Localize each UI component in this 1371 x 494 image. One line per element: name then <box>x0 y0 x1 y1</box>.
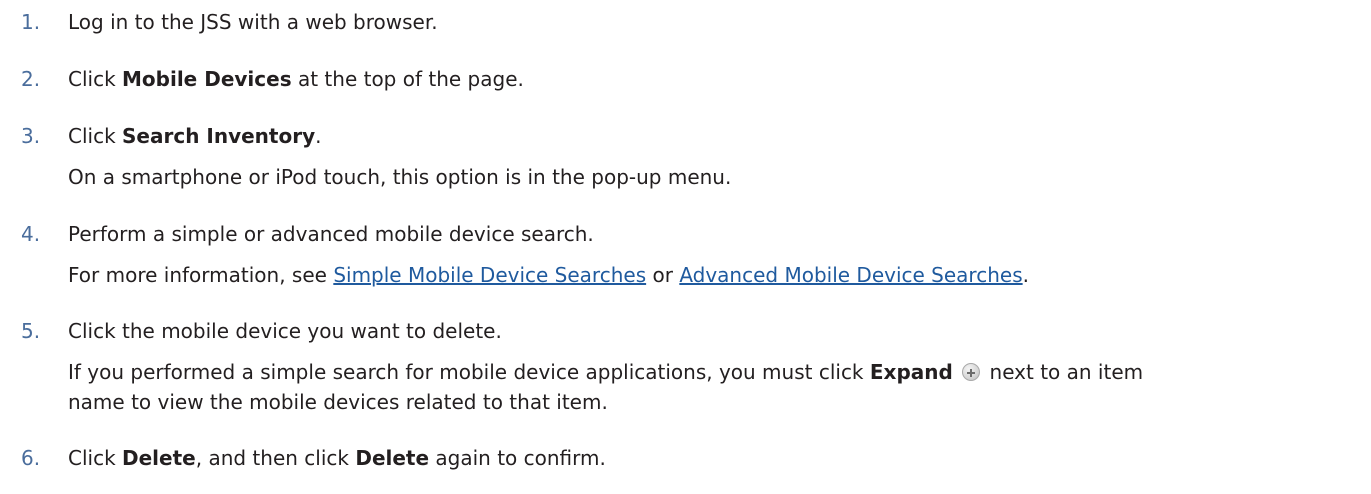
note-text: For more information, see <box>68 263 334 287</box>
link-simple-mobile-device-searches[interactable]: Simple Mobile Device Searches <box>333 263 646 287</box>
step-number: 2. <box>21 67 41 91</box>
step-text: Click the mobile device you want to dele… <box>68 319 502 343</box>
step-instruction: , and then click <box>195 446 356 470</box>
step-note: On a smartphone or iPod touch, this opti… <box>68 165 732 189</box>
plus-circle-icon <box>962 363 981 381</box>
step-text: Perform a simple or advanced mobile devi… <box>68 222 594 246</box>
note-text: . <box>1022 263 1029 287</box>
ui-term-mobile-devices: Mobile Devices <box>122 67 292 91</box>
step-instruction: again to confirm. <box>429 446 606 470</box>
note-text: or <box>646 263 680 287</box>
step-text: Click Search Inventory. <box>68 124 1358 148</box>
note-text: If you performed a simple search for mob… <box>68 360 870 384</box>
ui-term-delete-confirm: Delete <box>355 446 430 470</box>
step-text: Click Mobile Devices at the top of the p… <box>68 67 1358 91</box>
step-instruction: Log in to the JSS with a web browser. <box>68 10 438 34</box>
step-text: Click Delete, and then click Delete agai… <box>68 446 1358 470</box>
step-note: If you performed a simple search for mob… <box>68 360 1358 384</box>
note-text: next to an item <box>983 360 1144 384</box>
link-advanced-mobile-device-searches[interactable]: Advanced Mobile Device Searches <box>679 263 1022 287</box>
step-instruction: at the top of the page. <box>291 67 524 91</box>
step-text: Log in to the JSS with a web browser. <box>68 10 1358 34</box>
ui-term-search-inventory: Search Inventory <box>122 124 316 148</box>
step-note-continued: name to view the mobile devices related … <box>68 390 608 414</box>
ui-term-expand: Expand <box>869 360 953 384</box>
step-note: For more information, see Simple Mobile … <box>68 263 1358 287</box>
step-number: 3. <box>21 124 41 148</box>
step-instruction: Click <box>68 124 123 148</box>
step-number: 6. <box>21 446 41 470</box>
step-instruction: . <box>315 124 322 148</box>
step-instruction: Click <box>68 67 123 91</box>
ui-term-delete: Delete <box>122 446 196 470</box>
step-number: 4. <box>21 222 41 246</box>
step-number: 5. <box>21 319 41 343</box>
step-number: 1. <box>21 10 41 34</box>
step-instruction: Click <box>68 446 123 470</box>
